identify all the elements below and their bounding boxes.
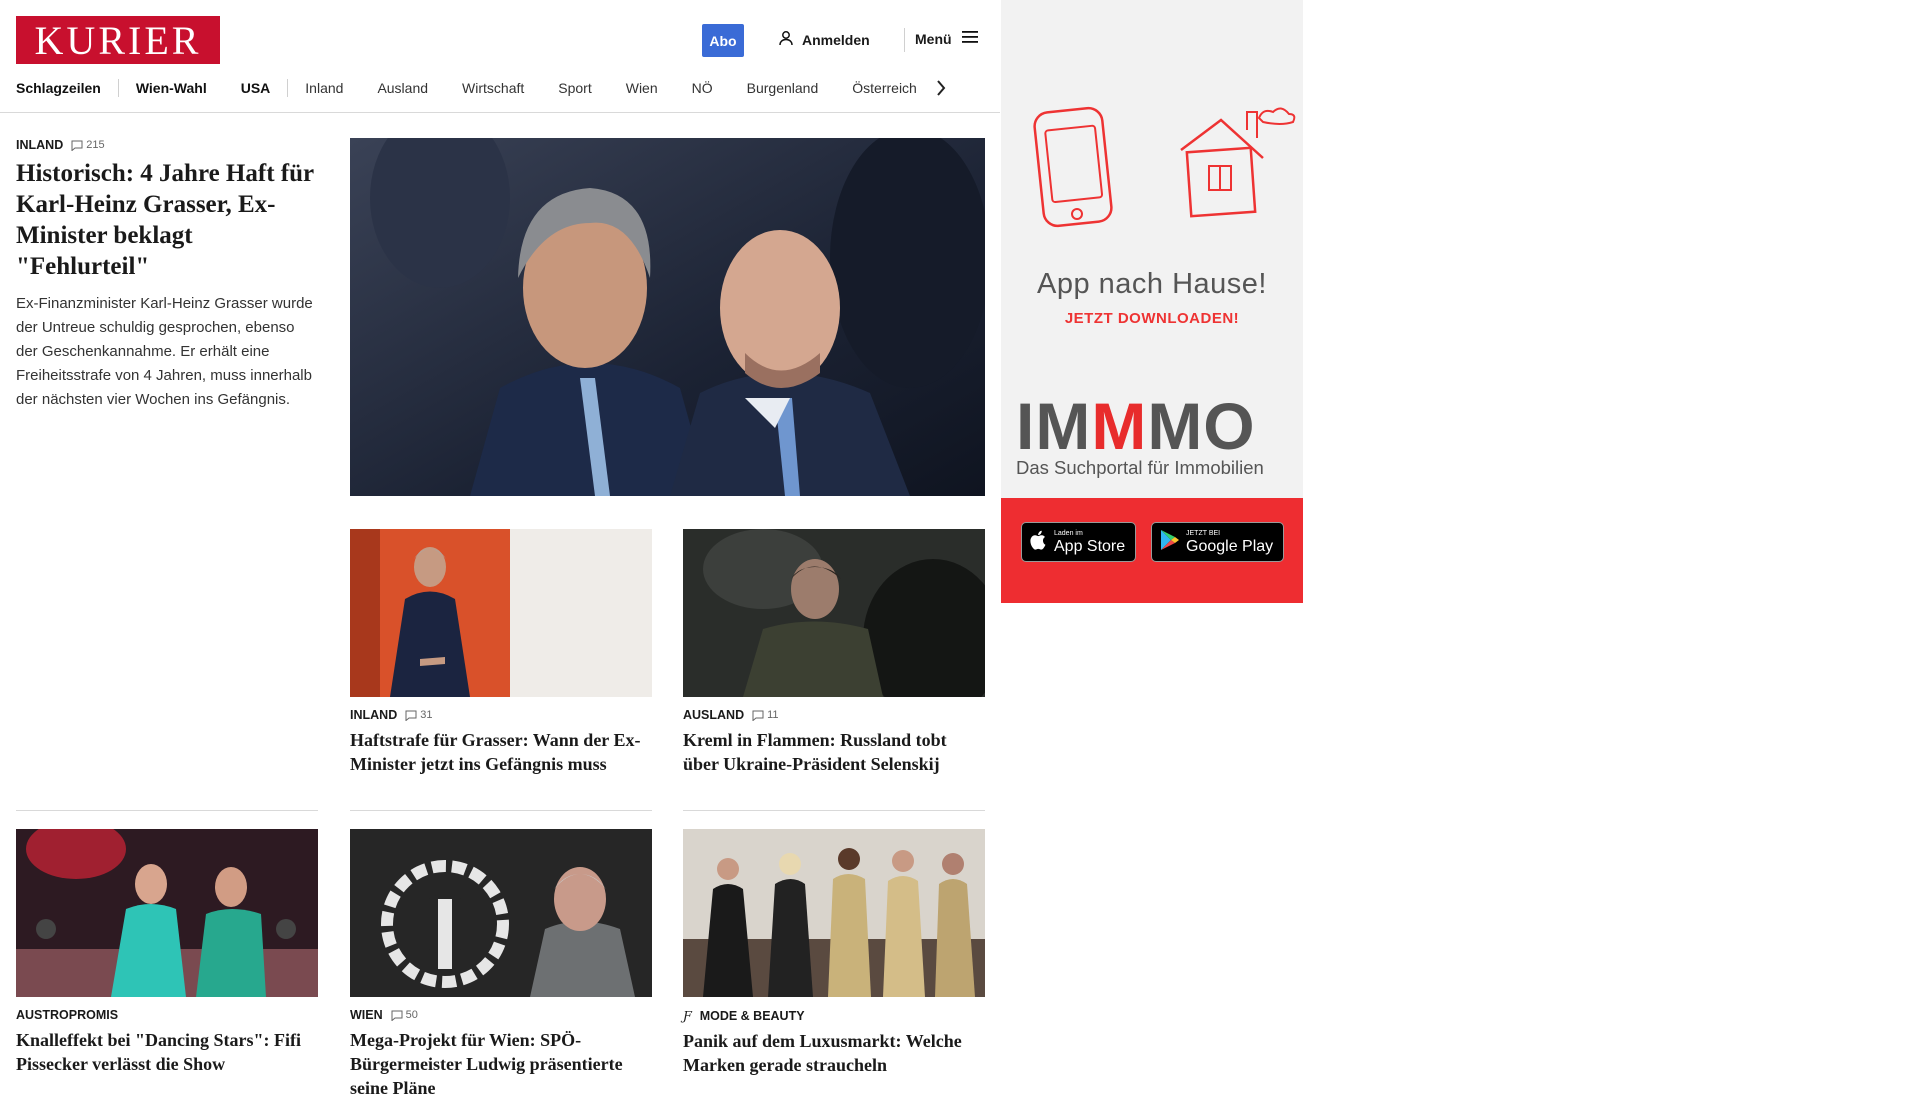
card-category[interactable]: WIEN [350,1008,383,1022]
card-headline[interactable]: Kreml in Flammen: Russland tobt über Ukr… [683,728,985,776]
article-card[interactable]: AUSTROPROMIS Knalleffekt bei "Dancing St… [16,829,318,1076]
card-kicker: AUSLAND 11 [683,708,985,722]
comment-count-value: 11 [767,709,779,721]
nav-item-inland[interactable]: Inland [288,80,360,96]
nav-item-burgenland[interactable]: Burgenland [730,80,836,96]
ad-title: App nach Hause! [1037,268,1267,300]
card-kicker: ƒ MODE & BEAUTY [683,1008,985,1023]
comment-count[interactable]: 31 [405,709,432,721]
card-category[interactable]: MODE & BEAUTY [700,1009,805,1023]
immmo-logo-part: IM [1016,389,1092,463]
app-store-label: App Store [1054,537,1126,555]
row-divider [350,810,652,811]
menu-divider [904,28,905,52]
kurier-logo[interactable]: KURIER [16,16,220,64]
header-divider [0,112,1000,113]
card-kicker: AUSTROPROMIS [16,1008,318,1022]
nav-item-wien[interactable]: Wien [609,80,675,96]
nav-item-wien-wahl[interactable]: Wien-Wahl [119,80,224,96]
app-store-labels: Laden im App Store [1054,530,1125,555]
card-headline[interactable]: Mega-Projekt für Wien: SPÖ-Bürgermeister… [350,1028,652,1100]
article-image[interactable] [350,529,652,697]
card-headline[interactable]: Knalleffekt bei "Dancing Stars": Fifi Pi… [16,1028,318,1076]
article-card[interactable]: ƒ MODE & BEAUTY Panik auf dem Luxusmarkt… [683,829,985,1077]
comment-icon [752,710,764,721]
comment-count[interactable]: 50 [391,1009,418,1021]
comment-icon [405,710,417,721]
comment-icon [391,1010,403,1021]
nav-item-schlagzeilen[interactable]: Schlagzeilen [16,80,118,96]
card-headline[interactable]: Haftstrafe für Grasser: Wann der Ex-Mini… [350,728,652,776]
ad-subtitle[interactable]: JETZT DOWNLOADEN! [1001,310,1303,327]
row-divider [683,810,985,811]
fashion-icon: ƒ [683,1008,692,1023]
immmo-logo-part: MO [1147,389,1256,463]
lead-teaser: Ex-Finanzminister Karl-Heinz Grasser wur… [16,295,313,408]
card-headline[interactable]: Panik auf dem Luxusmarkt: Welche Marken … [683,1029,985,1077]
article-image[interactable] [16,829,318,997]
card-category[interactable]: AUSTROPROMIS [16,1008,118,1022]
card-kicker: WIEN 50 [350,1008,652,1022]
row-divider [16,810,318,811]
apple-icon [1030,530,1048,555]
card-kicker: INLAND 31 [350,708,652,722]
nav-item-ausland[interactable]: Ausland [360,80,445,96]
nav-item-wirtschaft[interactable]: Wirtschaft [445,80,541,96]
google-play-icon [1160,529,1180,556]
comment-count[interactable]: 215 [71,139,105,151]
card-category[interactable]: AUSLAND [683,708,744,722]
article-card[interactable]: AUSLAND 11 Kreml in Flammen: Russland to… [683,529,985,776]
immmo-logo-accent: M [1091,389,1148,463]
lead-headline[interactable]: Historisch: 4 Jahre Haft für Karl-Heinz … [16,158,318,282]
comment-count[interactable]: 11 [752,709,779,721]
nav-item-sport[interactable]: Sport [541,80,608,96]
lead-category[interactable]: INLAND [16,138,63,152]
immmo-logo: IMMMO [1016,393,1296,459]
login-label: Anmelden [802,31,870,48]
article-image[interactable] [350,829,652,997]
comment-count-value: 50 [405,1009,418,1021]
main-navigation: Schlagzeilen Wien-Wahl USA Inland Auslan… [16,76,996,100]
article-card[interactable]: INLAND 31 Haftstrafe für Grasser: Wann d… [350,529,652,776]
lead-image[interactable] [350,138,985,496]
nav-item-oesterreich[interactable]: Österreich [835,80,934,96]
google-play-button[interactable]: JETZT BEI Google Play [1151,522,1284,562]
immmo-tagline: Das Suchportal für Immobilien [1016,457,1264,478]
nav-next-arrow-icon[interactable] [936,79,946,97]
app-store-button[interactable]: Laden im App Store [1021,522,1136,562]
lead-article[interactable]: INLAND 215 Historisch: 4 Jahre Haft für … [16,138,318,412]
menu-label: Menü [915,30,952,47]
lead-kicker: INLAND 215 [16,138,318,152]
card-category[interactable]: INLAND [350,708,397,722]
google-play-labels: JETZT BEI Google Play [1186,530,1273,555]
kurier-site: KURIER Abo Anmelden Menü Schlagzeilen Wi… [0,0,1000,1098]
article-card[interactable]: WIEN 50 Mega-Projekt für Wien: SPÖ-Bürge… [350,829,652,1100]
google-play-small-label: JETZT BEI [1186,529,1221,537]
advertisement[interactable]: App nach Hause! JETZT DOWNLOADEN! IMMMO … [1001,0,1303,603]
hamburger-icon [961,30,978,47]
comment-count-value: 31 [420,709,433,721]
app-store-small-label: Laden im [1054,529,1083,537]
login-button[interactable]: Anmelden [778,30,870,49]
article-image[interactable] [683,529,985,697]
article-image[interactable] [683,829,985,997]
phone-house-illustration [1033,106,1296,228]
comment-count-value: 215 [86,139,105,151]
nav-item-noe[interactable]: NÖ [675,80,730,96]
nav-item-usa[interactable]: USA [224,80,288,96]
comment-icon [71,140,83,151]
user-icon [778,30,794,49]
abo-button[interactable]: Abo [702,24,744,57]
menu-button[interactable]: Menü [915,30,978,47]
ad-store-banner: Laden im App Store JETZT BEI Google Play [1001,498,1303,603]
google-play-label: Google Play [1186,537,1274,555]
